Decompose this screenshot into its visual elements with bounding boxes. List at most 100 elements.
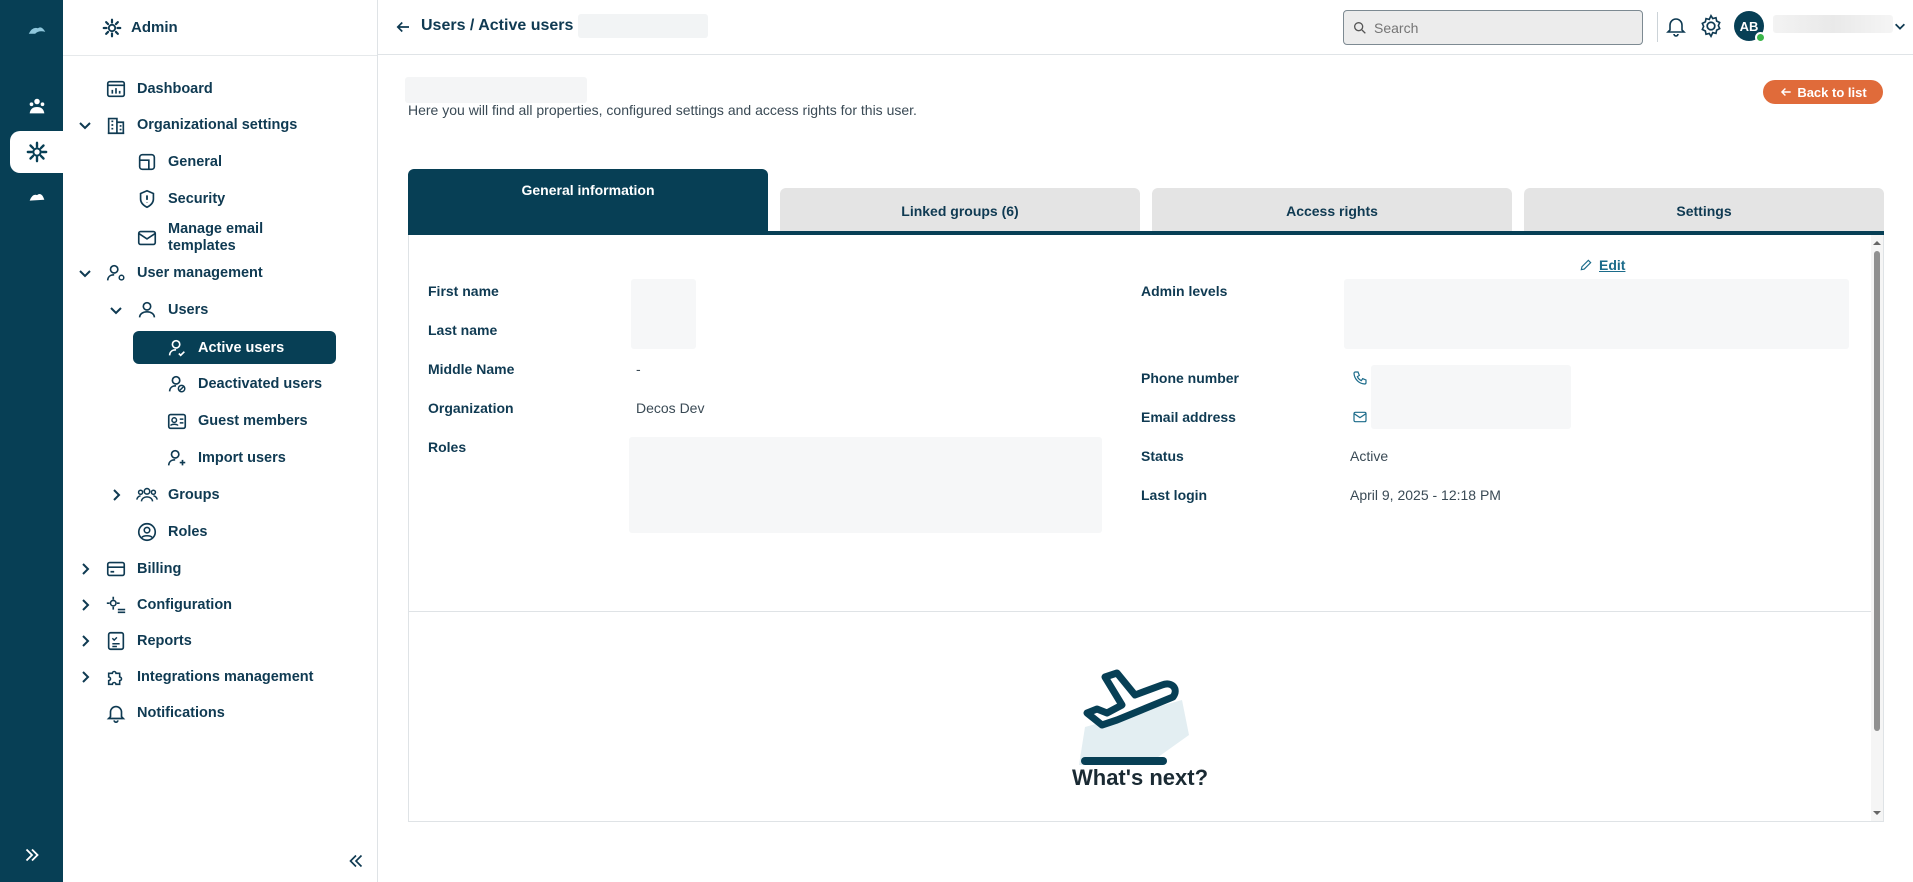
email-address-label: Email address — [1141, 409, 1236, 425]
sidebar-item-guest-members[interactable]: Guest members — [166, 406, 308, 436]
sidebar-item-dashboard[interactable]: Dashboard — [105, 74, 213, 104]
roles-label: Roles — [428, 439, 467, 455]
user-avatar[interactable]: AB — [1734, 11, 1766, 43]
sidebar-item-label: Import users — [198, 450, 286, 466]
tab-settings[interactable]: Settings — [1524, 188, 1884, 233]
building-icon — [107, 117, 125, 135]
settings-gear-icon[interactable] — [1698, 13, 1724, 39]
mail-icon — [137, 230, 157, 246]
app-logo-icon[interactable] — [10, 10, 63, 52]
tab-access-rights[interactable]: Access rights — [1152, 188, 1512, 233]
sidebar-item-label: Reports — [137, 633, 192, 649]
sidebar-item-import-users[interactable]: Import users — [166, 443, 286, 473]
online-status-dot — [1755, 32, 1766, 43]
back-arrow-icon[interactable] — [394, 18, 412, 36]
admin-gear-icon[interactable] — [10, 131, 63, 173]
sidebar-item-label: Roles — [168, 524, 208, 540]
chevron-right-icon — [82, 635, 90, 647]
user-cog-icon — [106, 264, 125, 281]
sidebar-item-email-templates[interactable]: Manage email templates — [136, 220, 263, 256]
edit-label: Edit — [1599, 257, 1626, 273]
sidebar-item-users[interactable]: Users — [108, 295, 208, 325]
sidebar-item-user-management[interactable]: User management — [77, 258, 263, 288]
search-box[interactable] — [1343, 10, 1643, 45]
user-circle-icon — [137, 522, 157, 542]
chevron-down-icon[interactable] — [1893, 19, 1907, 33]
back-to-list-button[interactable]: Back to list — [1763, 80, 1883, 104]
scroll-down-icon[interactable] — [1873, 809, 1881, 817]
search-icon — [1354, 21, 1366, 34]
sidebar-item-deactivated-users[interactable]: Deactivated users — [166, 369, 322, 399]
tab-general-information[interactable]: General information — [408, 169, 768, 233]
shield-icon — [139, 189, 155, 209]
sidebar-item-groups[interactable]: Groups — [108, 480, 220, 510]
admin-levels-redacted — [1344, 279, 1849, 349]
name-value-redacted — [631, 279, 696, 349]
cloud-icon[interactable] — [10, 176, 63, 218]
sidebar-item-label: General — [168, 154, 222, 170]
tab-linked-groups[interactable]: Linked groups (6) — [780, 188, 1140, 233]
group-icon — [136, 487, 158, 502]
first-name-label: First name — [428, 283, 499, 299]
chevron-down-icon — [79, 122, 91, 130]
settings-list-icon — [106, 596, 126, 614]
sidebar-item-label: Dashboard — [137, 81, 213, 97]
report-icon — [107, 631, 125, 651]
sidebar-item-integrations[interactable]: Integrations management — [77, 662, 313, 692]
edit-link[interactable]: Edit — [1579, 257, 1625, 273]
scroll-up-icon[interactable] — [1873, 239, 1881, 247]
sidebar-item-label: Guest members — [198, 413, 308, 429]
admin-sidebar: Admin Dashboard Organizational settings … — [63, 0, 378, 882]
dashboard-icon — [106, 80, 126, 98]
sidebar-item-reports[interactable]: Reports — [77, 626, 192, 656]
sidebar-item-general[interactable]: General — [136, 147, 222, 177]
organization-value: Decos Dev — [636, 400, 705, 416]
sidebar-item-active-users[interactable]: Active users — [133, 331, 336, 364]
expand-rail-icon[interactable] — [0, 840, 63, 870]
sidebar-item-label: Groups — [168, 487, 220, 503]
bell-icon — [106, 705, 126, 723]
sidebar-item-label: Active users — [198, 339, 285, 356]
panel-scrollbar[interactable] — [1871, 235, 1883, 821]
sidebar-item-label: Security — [168, 191, 226, 207]
general-info-panel: Edit First name Last name Middle Name - … — [408, 235, 1884, 822]
page-subtitle: Here you will find all properties, confi… — [408, 102, 917, 118]
phone-number-label: Phone number — [1141, 370, 1240, 386]
notifications-bell-icon[interactable] — [1664, 13, 1688, 39]
sidebar-item-org-settings[interactable]: Organizational settings — [77, 110, 297, 140]
avatar-initials: AB — [1739, 18, 1759, 34]
pencil-icon — [1580, 259, 1592, 271]
document-icon — [138, 153, 156, 171]
sidebar-item-billing[interactable]: Billing — [77, 554, 181, 584]
airplane-illustration-icon — [1079, 669, 1189, 765]
page-title-redacted — [405, 77, 587, 103]
top-bar: Users / Active users / AB — [378, 0, 1913, 55]
sidebar-item-configuration[interactable]: Configuration — [77, 590, 232, 620]
chevron-right-icon — [113, 489, 121, 501]
back-to-list-label: Back to list — [1797, 84, 1867, 100]
whats-next-heading: What's next? — [1071, 765, 1209, 790]
roles-value-redacted — [629, 437, 1102, 533]
sidebar-item-label: Configuration — [137, 597, 233, 613]
app-rail — [0, 0, 63, 882]
search-input[interactable] — [1374, 19, 1614, 36]
user-icon — [138, 301, 156, 318]
sidebar-item-label: Organizational settings — [137, 117, 298, 133]
mail-icon — [1353, 411, 1367, 423]
contact-values-redacted — [1371, 365, 1571, 429]
sidebar-item-roles[interactable]: Roles — [136, 517, 208, 547]
gear-icon — [102, 18, 122, 37]
middle-name-label: Middle Name — [428, 361, 515, 377]
sidebar-item-label: User management — [137, 265, 263, 281]
sidebar-item-label: templates — [168, 238, 236, 254]
community-icon[interactable] — [10, 86, 63, 128]
sidebar-item-label: Users — [168, 302, 209, 318]
sidebar-item-notifications[interactable]: Notifications — [105, 698, 225, 728]
chevron-down-icon — [79, 270, 91, 278]
scroll-thumb[interactable] — [1874, 251, 1880, 731]
breadcrumb[interactable]: Users / Active users / — [421, 17, 582, 35]
sidebar-item-security[interactable]: Security — [136, 184, 225, 214]
collapse-sidebar-icon[interactable] — [345, 850, 367, 872]
sidebar-title: Admin — [131, 19, 178, 36]
sidebar-item-label: Manage email — [168, 221, 264, 237]
